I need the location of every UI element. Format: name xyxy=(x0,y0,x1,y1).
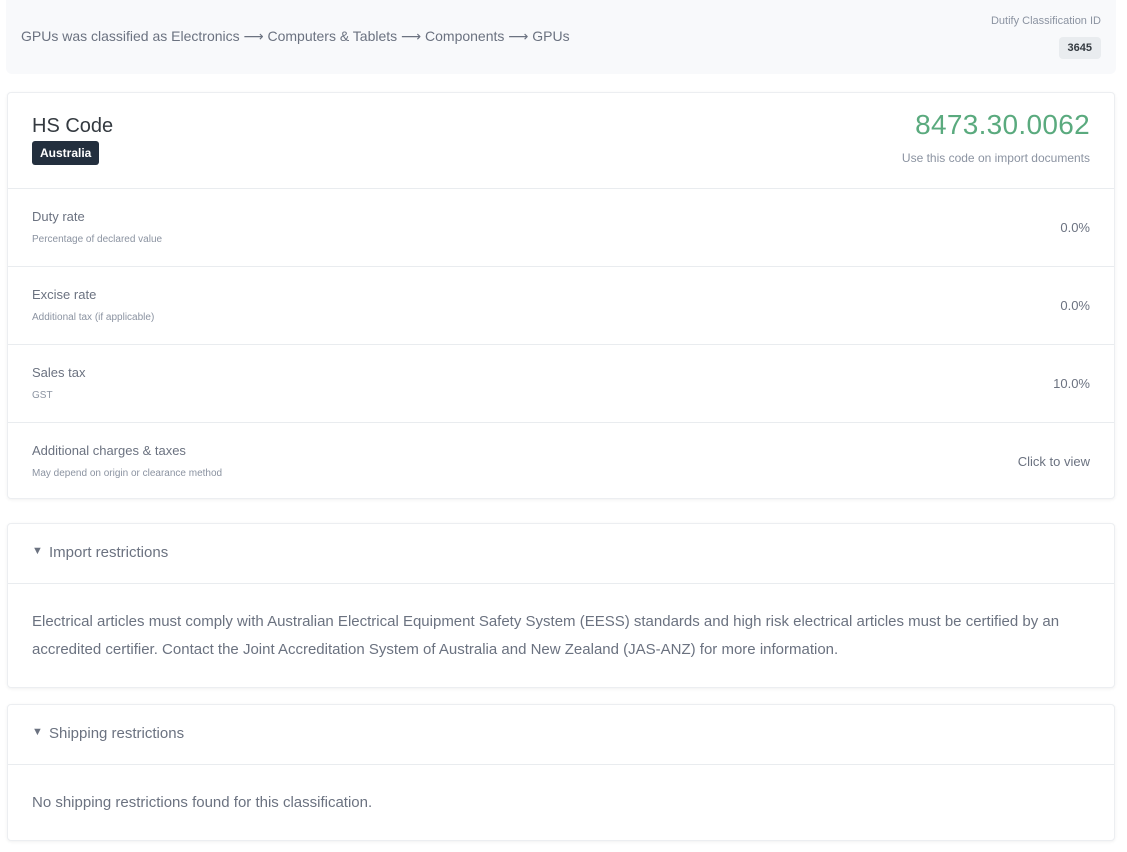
import-restrictions-toggle[interactable]: ▼ Import restrictions xyxy=(8,524,1114,584)
hs-code-note: Use this code on import documents xyxy=(901,151,1090,165)
rate-label: Sales tax xyxy=(32,365,86,380)
duty-rate-row: Duty rate Percentage of declared value 0… xyxy=(8,189,1114,267)
excise-rate-row: Excise rate Additional tax (if applicabl… xyxy=(8,267,1114,345)
classification-path: GPUs was classified as Electronics ⟶ Com… xyxy=(21,28,570,44)
shipping-restrictions-panel: ▼ Shipping restrictions No shipping rest… xyxy=(7,704,1115,841)
import-restrictions-title: Import restrictions xyxy=(49,544,169,561)
hs-code-card: HS Code Australia 8473.30.0062 Use this … xyxy=(7,92,1115,499)
rate-value: 0.0% xyxy=(1060,298,1090,313)
country-badge: Australia xyxy=(32,141,100,165)
import-restrictions-panel: ▼ Import restrictions Electrical article… xyxy=(7,523,1115,688)
triangle-down-icon: ▼ xyxy=(32,545,43,557)
shipping-restrictions-body: No shipping restrictions found for this … xyxy=(32,794,373,811)
rate-sublabel: May depend on origin or clearance method xyxy=(32,468,223,479)
shipping-restrictions-title: Shipping restrictions xyxy=(49,725,185,742)
rate-sublabel: GST xyxy=(32,390,53,401)
shipping-restrictions-toggle[interactable]: ▼ Shipping restrictions xyxy=(8,705,1114,765)
rate-label: Additional charges & taxes xyxy=(32,443,186,458)
triangle-down-icon: ▼ xyxy=(32,726,43,738)
additional-charges-row[interactable]: Additional charges & taxes May depend on… xyxy=(8,423,1114,501)
classification-banner: GPUs was classified as Electronics ⟶ Com… xyxy=(6,0,1116,74)
rate-sublabel: Percentage of declared value xyxy=(32,234,163,245)
hs-code-header: HS Code Australia 8473.30.0062 Use this … xyxy=(8,93,1114,189)
hs-code-title: HS Code xyxy=(32,115,114,137)
rate-label: Excise rate xyxy=(32,287,97,302)
rate-sublabel: Additional tax (if applicable) xyxy=(32,312,155,323)
rate-label: Duty rate xyxy=(32,209,85,224)
import-restrictions-body: Electrical articles must comply with Aus… xyxy=(32,613,1060,658)
click-to-view-link[interactable]: Click to view xyxy=(1018,454,1090,469)
classification-id-badge: 3645 xyxy=(1058,37,1101,59)
rate-value: 10.0% xyxy=(1053,376,1090,391)
classification-id-label: Dutify Classification ID xyxy=(990,15,1101,27)
rate-value: 0.0% xyxy=(1060,220,1090,235)
hs-code-value: 8473.30.0062 xyxy=(915,109,1090,140)
sales-tax-row: Sales tax GST 10.0% xyxy=(8,345,1114,423)
